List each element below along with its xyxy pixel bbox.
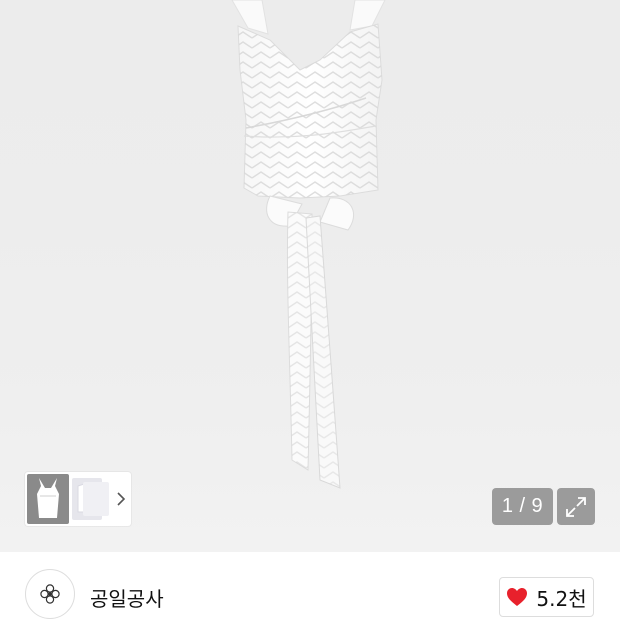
current-page: 1 <box>501 495 514 517</box>
thumbnail-image-selected[interactable] <box>27 474 69 524</box>
seller-avatar[interactable] <box>25 569 75 619</box>
expand-image-button[interactable] <box>557 488 595 525</box>
product-photo <box>231 0 386 489</box>
chevron-right-icon <box>117 492 126 506</box>
flower-logo-icon <box>40 584 60 604</box>
thumbnail-next-button[interactable] <box>111 472 131 526</box>
thumbnail-strip[interactable] <box>25 472 131 526</box>
total-pages: 9 <box>531 495 544 517</box>
heart-icon <box>507 588 528 606</box>
page-separator: / <box>519 495 526 517</box>
expand-icon <box>566 496 586 517</box>
like-button[interactable]: 5.2천 <box>499 577 594 617</box>
product-image-gallery[interactable]: 1 / 9 <box>0 0 620 552</box>
like-count: 5.2천 <box>536 586 587 611</box>
seller-name[interactable]: 공일공사 <box>90 583 164 612</box>
thumbnail-image[interactable] <box>83 482 109 516</box>
halter-top-thumbnail-icon <box>37 478 59 518</box>
seller-bar: 공일공사 5.2천 <box>0 552 620 620</box>
image-page-counter: 1 / 9 <box>492 488 553 525</box>
